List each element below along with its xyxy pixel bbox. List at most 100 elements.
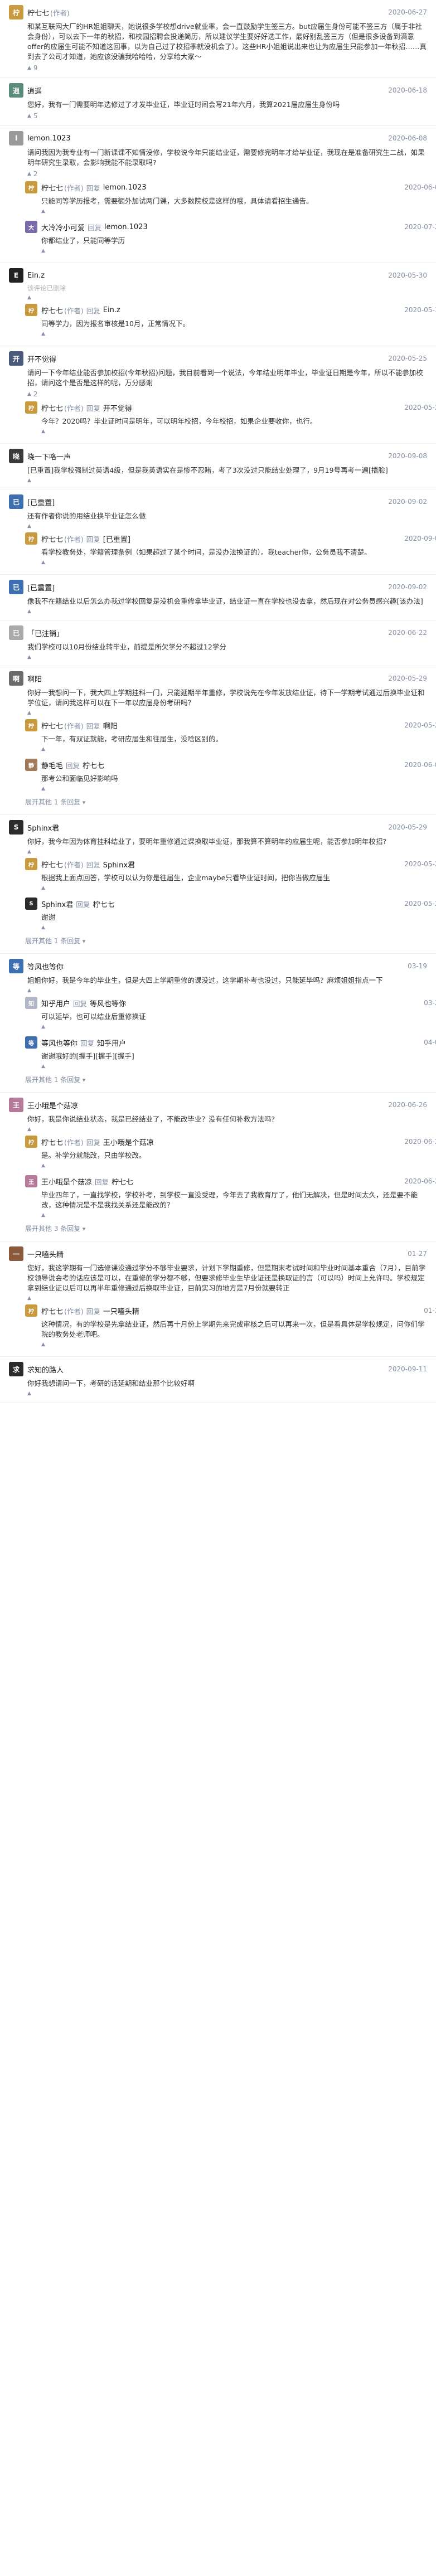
- thumbs-up-icon[interactable]: ▲: [27, 710, 31, 716]
- reply-to-name[interactable]: lemon.1023: [104, 223, 148, 231]
- author-name[interactable]: 柠七七: [41, 1306, 63, 1316]
- reply-to-name[interactable]: Ein.z: [103, 306, 120, 314]
- thumbs-up-icon[interactable]: ▲: [41, 1163, 45, 1168]
- avatar[interactable]: 逍: [9, 83, 23, 98]
- author-name[interactable]: 静毛毛: [41, 760, 63, 770]
- thumbs-up-icon[interactable]: ▲: [41, 786, 45, 792]
- author-name[interactable]: 王小哦是个菇凉: [41, 1176, 92, 1187]
- thumbs-up-icon[interactable]: ▲: [27, 295, 31, 300]
- avatar[interactable]: 柠: [9, 5, 23, 20]
- thumbs-up-icon[interactable]: ▲: [27, 849, 31, 855]
- avatar[interactable]: 柠: [25, 1136, 37, 1148]
- thumbs-up-icon[interactable]: ▲: [27, 171, 31, 177]
- author-name[interactable]: Sphinx君: [27, 822, 59, 833]
- author-name[interactable]: 逍遥: [27, 85, 42, 96]
- avatar[interactable]: l: [9, 131, 23, 145]
- author-name[interactable]: 知乎用户: [41, 998, 70, 1008]
- thumbs-up-icon[interactable]: ▲: [27, 391, 31, 397]
- expand-replies-link[interactable]: 展开其他 1 条回复 ▾: [25, 1073, 427, 1086]
- avatar[interactable]: 啊: [9, 671, 23, 686]
- reply-to-name[interactable]: 开不觉得: [103, 402, 132, 413]
- expand-replies-link[interactable]: 展开其他 3 条回复 ▾: [25, 1221, 427, 1235]
- avatar[interactable]: S: [9, 820, 23, 835]
- author-name[interactable]: 王小哦是个菇凉: [27, 1100, 78, 1110]
- avatar[interactable]: 晓: [9, 449, 23, 463]
- thumbs-up-icon[interactable]: ▲: [41, 1024, 45, 1030]
- avatar[interactable]: 开: [9, 351, 23, 366]
- reply-to-name[interactable]: 柠七七: [112, 1176, 133, 1187]
- thumbs-up-icon[interactable]: ▲: [41, 208, 45, 214]
- thumbs-up-icon[interactable]: ▲: [41, 1064, 45, 1069]
- avatar[interactable]: 柠: [25, 401, 37, 414]
- author-name[interactable]: 柠七七: [41, 859, 63, 870]
- avatar[interactable]: 柠: [25, 858, 37, 870]
- author-name[interactable]: 开不觉得: [27, 353, 56, 364]
- author-name[interactable]: 柠七七: [41, 305, 63, 316]
- avatar[interactable]: 柠: [25, 1304, 37, 1317]
- reply-to-name[interactable]: 一只嗑头精: [103, 1306, 139, 1316]
- avatar[interactable]: 柠: [25, 532, 37, 545]
- reply-to-name[interactable]: 等风也等你: [90, 998, 126, 1008]
- author-name[interactable]: 大冷冷小可爱: [41, 222, 85, 232]
- avatar[interactable]: 王: [25, 1175, 37, 1187]
- thumbs-up-icon[interactable]: ▲: [27, 609, 31, 614]
- author-name[interactable]: lemon.1023: [27, 134, 71, 143]
- avatar[interactable]: 王: [9, 1098, 23, 1112]
- thumbs-up-icon[interactable]: ▲: [27, 113, 31, 119]
- author-name[interactable]: 柠七七: [27, 7, 49, 18]
- reply-to-name[interactable]: [已重置]: [103, 533, 130, 544]
- avatar[interactable]: S: [25, 898, 37, 910]
- thumbs-up-icon[interactable]: ▲: [41, 925, 45, 930]
- thumbs-up-icon[interactable]: ▲: [27, 478, 31, 483]
- author-name[interactable]: 一只嗑头精: [27, 1249, 64, 1259]
- author-name[interactable]: [已重置]: [27, 582, 55, 593]
- thumbs-up-icon[interactable]: ▲: [41, 429, 45, 434]
- thumbs-up-icon[interactable]: ▲: [27, 1296, 31, 1301]
- avatar[interactable]: E: [9, 268, 23, 283]
- expand-replies-link[interactable]: 展开其他 1 条回复 ▾: [25, 934, 427, 948]
- avatar[interactable]: 已: [9, 625, 23, 640]
- author-name[interactable]: 「已注销」: [27, 628, 64, 638]
- thumbs-up-icon[interactable]: ▲: [27, 988, 31, 993]
- thumbs-up-icon[interactable]: ▲: [27, 1127, 31, 1132]
- thumbs-up-icon[interactable]: ▲: [27, 523, 31, 529]
- author-name[interactable]: 柠七七: [41, 720, 63, 731]
- thumbs-up-icon[interactable]: ▲: [27, 65, 31, 71]
- author-name[interactable]: 求知的路人: [27, 1364, 64, 1375]
- author-name[interactable]: 柠七七: [41, 182, 63, 193]
- reply-to-name[interactable]: 王小哦是个菇凉: [103, 1137, 154, 1147]
- avatar[interactable]: 一: [9, 1246, 23, 1261]
- avatar[interactable]: 求: [9, 1362, 23, 1376]
- reply-to-name[interactable]: lemon.1023: [103, 183, 147, 192]
- avatar[interactable]: 柠: [25, 304, 37, 316]
- author-name[interactable]: 柠七七: [41, 402, 63, 413]
- avatar[interactable]: 知: [25, 997, 37, 1009]
- author-name[interactable]: [已重置]: [27, 497, 55, 507]
- avatar[interactable]: 已: [9, 580, 23, 594]
- thumbs-up-icon[interactable]: ▲: [41, 1342, 45, 1347]
- reply-to-name[interactable]: 柠七七: [83, 760, 104, 770]
- reply-to-name[interactable]: 啊阳: [103, 720, 118, 731]
- expand-replies-link[interactable]: 展开其他 1 条回复 ▾: [25, 795, 427, 809]
- author-name[interactable]: 柠七七: [41, 1137, 63, 1147]
- thumbs-up-icon[interactable]: ▲: [27, 1391, 31, 1396]
- avatar[interactable]: 等: [25, 1036, 37, 1049]
- thumbs-up-icon[interactable]: ▲: [41, 746, 45, 752]
- thumbs-up-icon[interactable]: ▲: [41, 560, 45, 565]
- thumbs-up-icon[interactable]: ▲: [41, 1212, 45, 1218]
- author-name[interactable]: Sphinx君: [41, 899, 73, 909]
- author-name[interactable]: 晓一下咯一声: [27, 451, 71, 462]
- avatar[interactable]: 已: [9, 494, 23, 509]
- avatar[interactable]: 柠: [25, 719, 37, 731]
- thumbs-up-icon[interactable]: ▲: [41, 885, 45, 891]
- author-name[interactable]: 等风也等你: [41, 1037, 77, 1048]
- author-name[interactable]: 啊阳: [27, 673, 42, 684]
- thumbs-up-icon[interactable]: ▲: [27, 654, 31, 660]
- reply-to-name[interactable]: Sphinx君: [103, 859, 135, 870]
- author-name[interactable]: 柠七七: [41, 533, 63, 544]
- author-name[interactable]: Ein.z: [27, 271, 45, 280]
- author-name[interactable]: 等风也等你: [27, 961, 64, 972]
- thumbs-up-icon[interactable]: ▲: [41, 248, 45, 254]
- reply-to-name[interactable]: 柠七七: [93, 899, 114, 909]
- avatar[interactable]: 柠: [25, 181, 37, 193]
